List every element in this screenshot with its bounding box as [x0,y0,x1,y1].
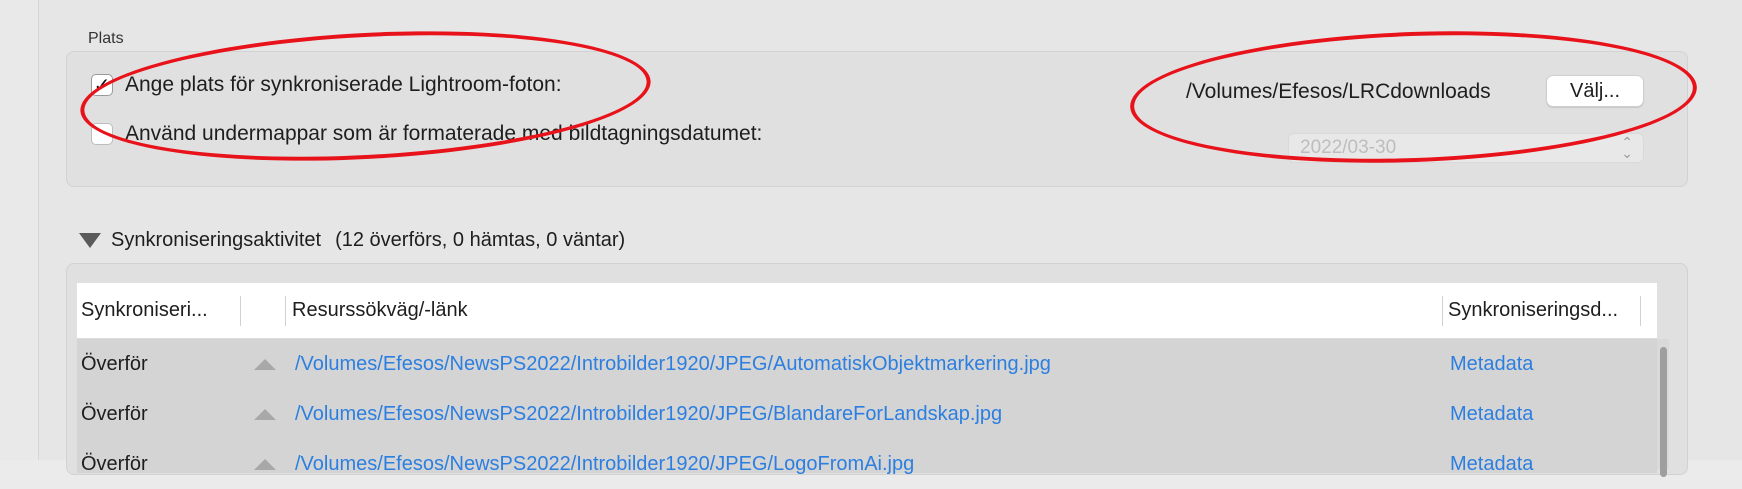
sync-activity-title: Synkroniseringsaktivitet [111,229,322,251]
specify-location-option[interactable]: ✓ Ange plats för synkroniserade Lightroo… [91,73,562,97]
activity-table: Synkroniseri... Resurssökväg/-länk Synkr… [77,283,1657,475]
upload-arrow-icon [254,389,276,439]
row-type-link[interactable]: Metadata [1450,389,1533,439]
use-subfolders-label: Använd undermappar som är formaterade me… [125,122,763,145]
scrollbar-thumb[interactable] [1660,347,1667,477]
date-format-select[interactable]: 2022/03-30 ⌃ ⌄ [1288,133,1644,163]
column-divider[interactable] [285,296,286,326]
row-status: Överför [81,352,148,375]
row-path-link[interactable]: /Volumes/Efesos/NewsPS2022/Introbilder19… [295,389,1002,439]
column-divider[interactable] [1640,296,1641,326]
specify-location-label: Ange plats för synkroniserade Lightroom-… [125,73,562,96]
use-subfolders-option[interactable]: Använd undermappar som är formaterade me… [91,122,762,146]
row-path-link[interactable]: /Volumes/Efesos/NewsPS2022/Introbilder19… [295,439,914,489]
date-format-value: 2022/03-30 [1300,137,1397,158]
column-header-sync-type[interactable]: Synkroniseringsd... [1448,283,1638,338]
table-header: Synkroniseri... Resurssökväg/-länk Synkr… [77,283,1657,339]
row-path-link[interactable]: /Volumes/Efesos/NewsPS2022/Introbilder19… [295,339,1051,389]
up-down-chevron-icon: ⌃ ⌄ [1621,134,1633,161]
location-group-label: Plats [88,30,124,47]
column-divider[interactable] [240,296,241,326]
upload-arrow-icon [254,439,276,489]
column-divider[interactable] [1442,296,1443,326]
column-header-sync-status[interactable]: Synkroniseri... [81,283,217,338]
row-type-link[interactable]: Metadata [1450,339,1533,389]
specify-location-checkbox[interactable]: ✓ [91,74,113,96]
upload-arrow-icon [254,339,276,389]
use-subfolders-checkbox[interactable] [91,123,113,145]
row-status: Överför [81,402,148,425]
row-type-link[interactable]: Metadata [1450,439,1533,489]
column-header-resource-path[interactable]: Resurssökväg/-länk [292,283,1192,338]
sync-activity-header[interactable]: Synkroniseringsaktivitet (12 överförs, 0… [79,229,625,252]
location-path: /Volumes/Efesos/LRCdownloads [1186,80,1491,103]
table-scrollbar[interactable] [1657,339,1669,477]
checkmark-icon: ✓ [93,73,111,97]
row-status: Överför [81,452,148,475]
table-row[interactable]: Överför /Volumes/Efesos/NewsPS2022/Intro… [77,339,1657,389]
side-strip [0,0,39,460]
table-row[interactable]: Överför /Volumes/Efesos/NewsPS2022/Intro… [77,389,1657,439]
table-row[interactable]: Överför /Volumes/Efesos/NewsPS2022/Intro… [77,439,1657,489]
sync-activity-summary: (12 överförs, 0 hämtas, 0 väntar) [335,229,626,251]
choose-location-button[interactable]: Välj... [1546,75,1644,107]
location-group-box [66,51,1688,187]
disclosure-triangle-icon[interactable] [79,233,101,248]
